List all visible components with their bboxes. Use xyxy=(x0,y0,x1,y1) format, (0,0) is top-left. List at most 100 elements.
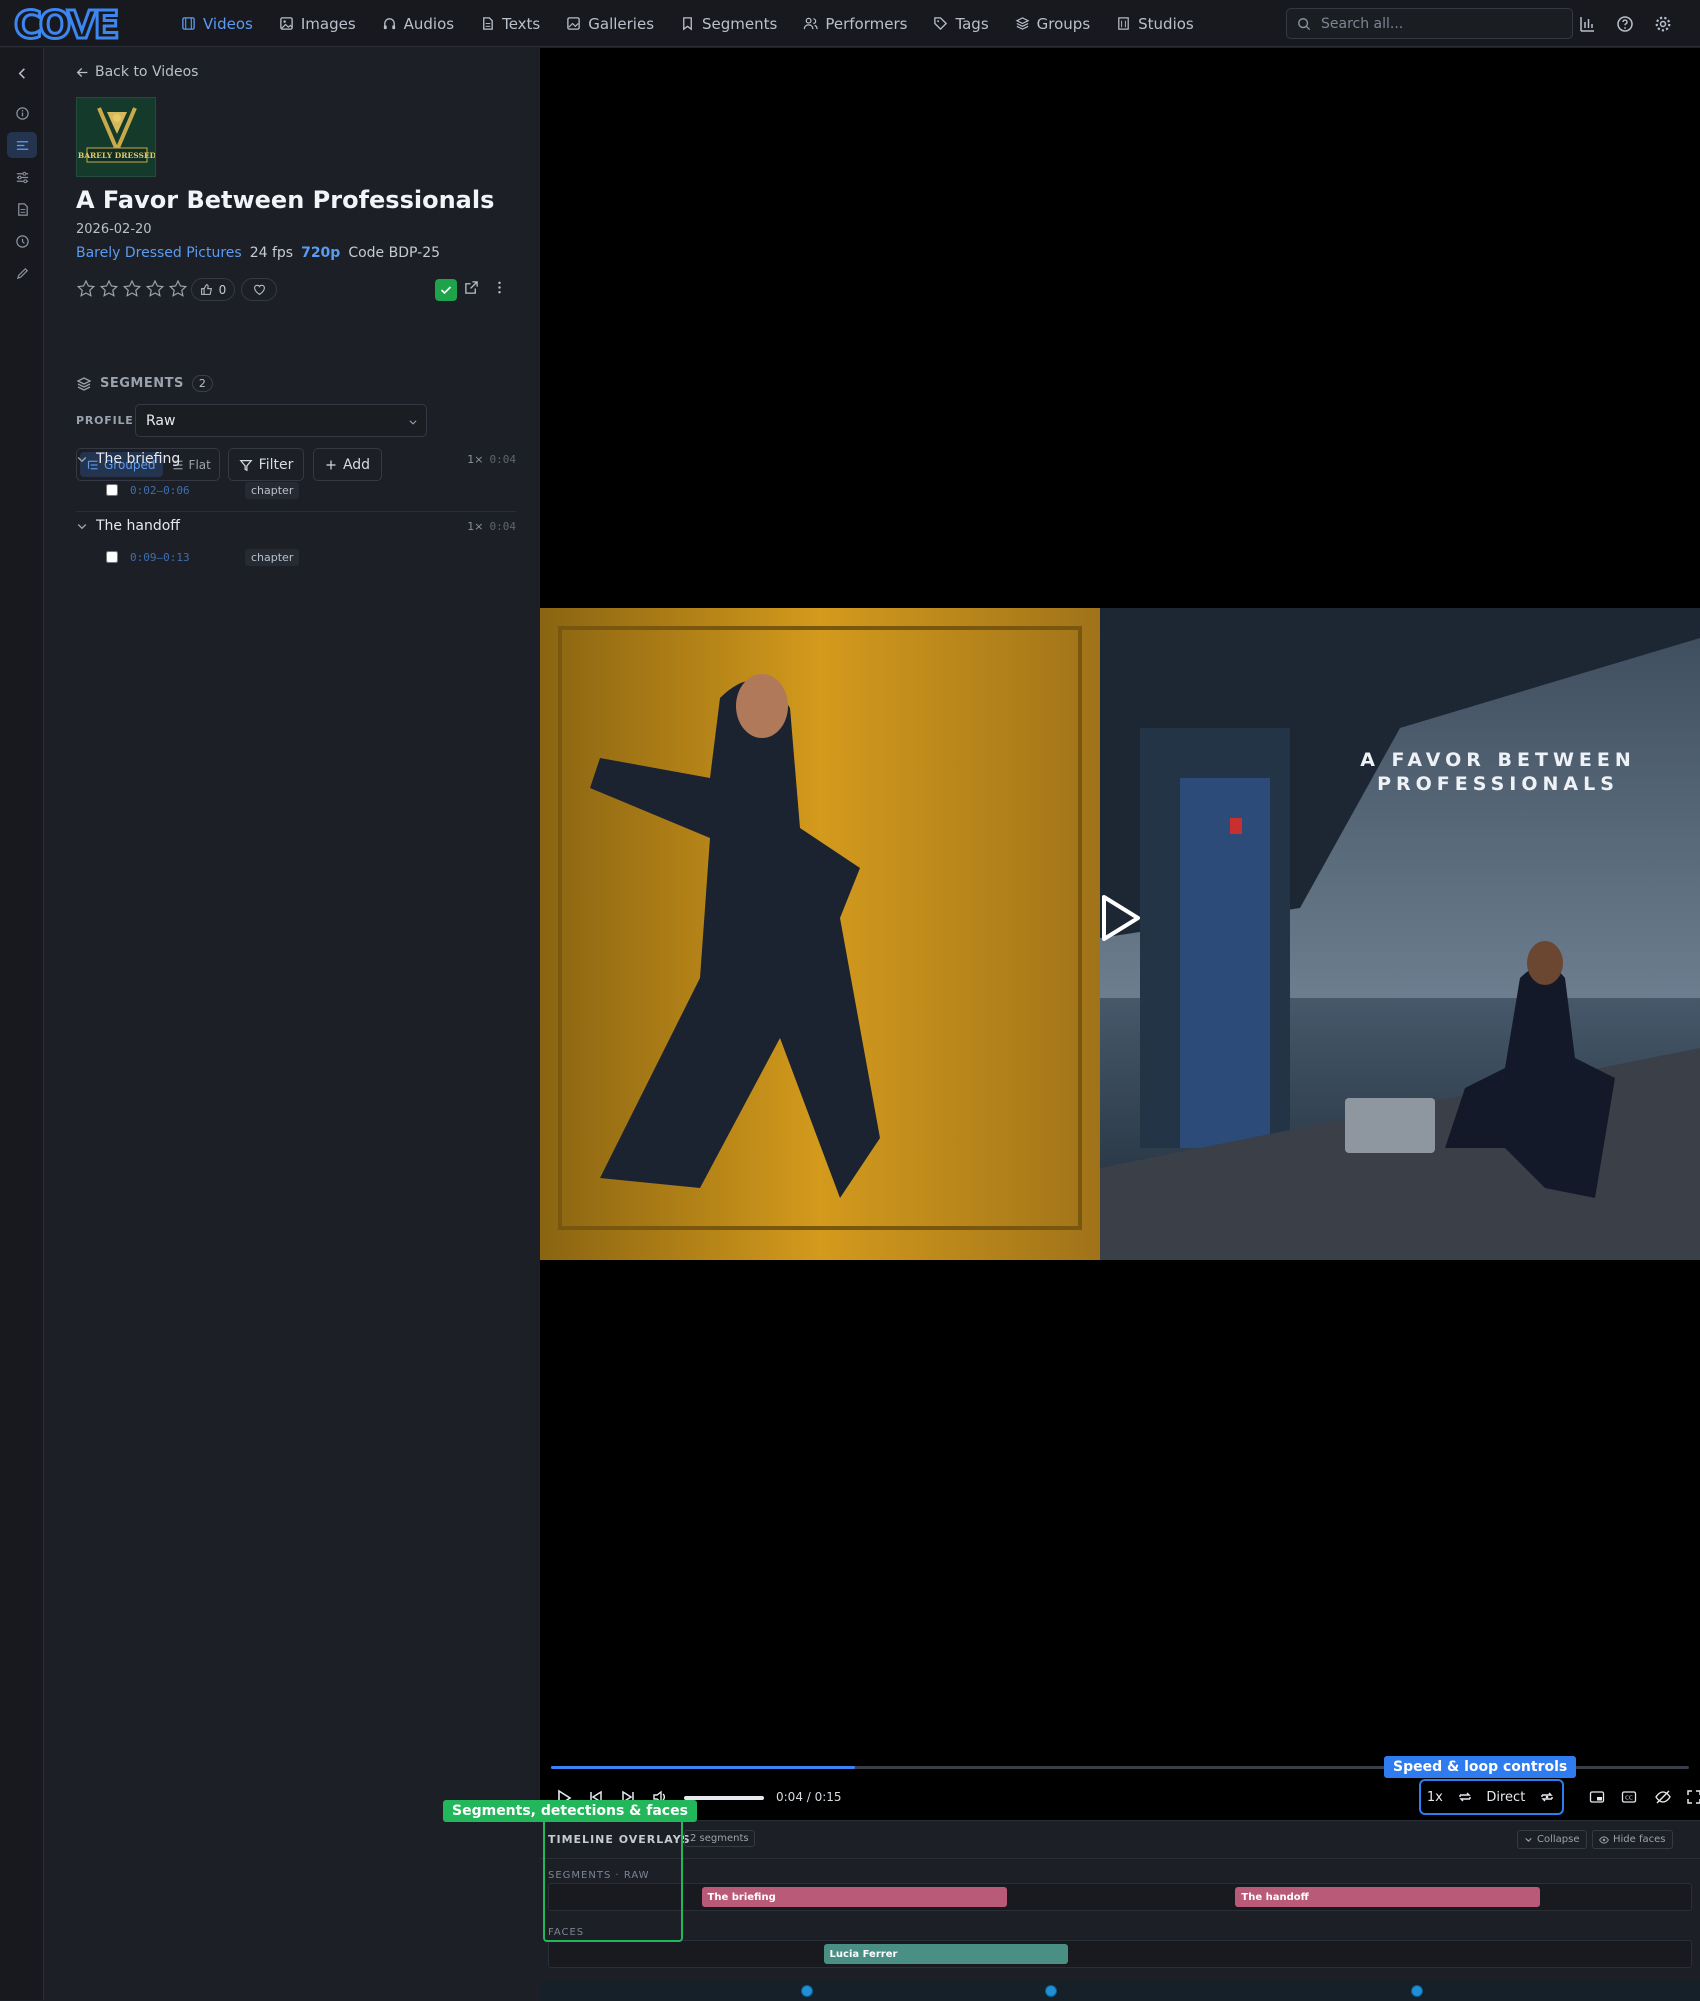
nav-label: Images xyxy=(300,14,356,33)
rail-info-button[interactable] xyxy=(7,100,37,126)
svg-text:BARELY DRESSED: BARELY DRESSED xyxy=(78,151,156,160)
collapse-label: Collapse xyxy=(1537,1834,1580,1845)
overlay-lanes-callout: Segments, detections & faces xyxy=(443,1800,697,1822)
group-duration: 0:04 xyxy=(489,519,517,533)
timeline-marker[interactable] xyxy=(1411,1985,1424,1997)
segment-group-header[interactable]: The briefing 1× 0:04 xyxy=(76,445,516,473)
timeline-separator xyxy=(540,1858,1700,1859)
favorite-button[interactable] xyxy=(241,278,277,301)
layers-icon xyxy=(1015,17,1030,30)
timeline-count-badge: 2 segments xyxy=(684,1830,755,1847)
segment-checkbox[interactable] xyxy=(106,484,118,496)
organized-toggle[interactable] xyxy=(435,279,457,301)
back-label: Back to Videos xyxy=(95,64,199,80)
stats-icon[interactable] xyxy=(1578,15,1596,33)
cove-logo[interactable]: COVE xyxy=(14,4,138,44)
nav-images[interactable]: Images xyxy=(266,0,369,47)
collapse-panel-button[interactable] xyxy=(7,60,37,86)
star-icon[interactable] xyxy=(168,279,188,299)
svg-text:COVE: COVE xyxy=(14,4,118,44)
star-icon[interactable] xyxy=(145,279,165,299)
film-icon xyxy=(182,17,195,30)
profile-value: Raw xyxy=(146,412,176,429)
segment-group-meta: 1× 0:04 xyxy=(467,520,516,533)
rail-adjust-button[interactable] xyxy=(7,164,37,190)
segment-timecode[interactable]: 0:09–0:13 xyxy=(130,551,240,564)
captions-icon[interactable]: CC xyxy=(1621,1789,1637,1805)
profile-label: PROFILE xyxy=(76,414,134,427)
star-icon[interactable] xyxy=(122,279,142,299)
document-icon xyxy=(483,17,493,30)
search-icon xyxy=(1298,17,1311,30)
eye-icon xyxy=(1599,1835,1609,1844)
chevron-down-icon[interactable] xyxy=(76,520,88,532)
thumbs-up-icon xyxy=(200,284,212,295)
speed-controls-highlight xyxy=(1419,1779,1564,1815)
more-options-icon[interactable] xyxy=(492,280,507,295)
star-icon[interactable] xyxy=(99,279,119,299)
collapse-button[interactable]: Collapse xyxy=(1517,1830,1587,1849)
nav-label: Audios xyxy=(403,14,455,33)
segment-timecode[interactable]: 0:02–0:06 xyxy=(130,484,240,497)
arrow-left-icon xyxy=(76,67,88,77)
profile-select[interactable]: Raw xyxy=(135,404,427,437)
like-button[interactable]: 0 xyxy=(191,278,235,301)
segments-heading: SEGMENTS 2 xyxy=(76,375,214,392)
video-frame[interactable]: A FAVOR BETWEEN PROFESSIONALS xyxy=(540,608,1700,1260)
resolution-badge: 720p xyxy=(301,245,341,261)
video-player[interactable]: A FAVOR BETWEEN PROFESSIONALS 0:04 / 0:1… xyxy=(540,48,1700,1820)
settings-icon[interactable] xyxy=(1654,15,1672,33)
hide-faces-button[interactable]: Hide faces xyxy=(1592,1830,1673,1849)
nav-galleries[interactable]: Galleries xyxy=(553,0,667,47)
rail-file-button[interactable] xyxy=(7,196,37,222)
star-icon[interactable] xyxy=(76,279,96,299)
nav-segments[interactable]: Segments xyxy=(667,0,790,47)
studio-link[interactable]: Barely Dressed Pictures xyxy=(76,245,242,261)
picture-in-picture-icon[interactable] xyxy=(1589,1789,1605,1805)
segment-checkbox[interactable] xyxy=(106,551,118,563)
nav-performers[interactable]: Performers xyxy=(790,0,920,47)
play-overlay-icon[interactable] xyxy=(1098,893,1142,943)
nav-tags[interactable]: Tags xyxy=(920,0,1001,47)
search-input[interactable] xyxy=(1321,15,1561,32)
segment-row[interactable]: 0:09–0:13 chapter xyxy=(106,546,300,568)
segments-lane: The briefing The handoff xyxy=(548,1883,1692,1911)
nav-studios[interactable]: Studios xyxy=(1103,0,1207,47)
segment-group-title: The briefing xyxy=(96,451,181,467)
star-rating[interactable] xyxy=(76,279,188,299)
timeline-segment-bar[interactable]: The briefing xyxy=(701,1887,1007,1907)
check-icon xyxy=(440,286,452,295)
speed-controls-callout: Speed & loop controls xyxy=(1384,1756,1577,1778)
nav-groups[interactable]: Groups xyxy=(1002,0,1103,47)
chevron-down-icon[interactable] xyxy=(76,453,88,465)
overlay-title-line1: A FAVOR BETWEEN xyxy=(1360,749,1636,771)
volume-slider[interactable] xyxy=(684,1796,764,1800)
nav-videos[interactable]: Videos xyxy=(168,0,266,47)
external-link-icon[interactable] xyxy=(464,280,479,295)
search-box[interactable] xyxy=(1286,8,1573,39)
back-link[interactable]: Back to Videos xyxy=(76,64,198,80)
history-icon xyxy=(15,234,29,248)
group-count: 1× xyxy=(467,519,484,533)
nav-label: Videos xyxy=(203,14,253,33)
rail-history-button[interactable] xyxy=(7,228,37,254)
nav-texts[interactable]: Texts xyxy=(467,0,553,47)
studio-logo[interactable]: BARELY DRESSED xyxy=(76,97,156,177)
help-icon[interactable] xyxy=(1616,15,1634,33)
rail-edit-button[interactable] xyxy=(7,260,37,286)
segment-row[interactable]: 0:02–0:06 chapter xyxy=(106,479,300,501)
timeline-overlays: TIMELINE OVERLAYS 2 segments Collapse Hi… xyxy=(540,1820,1700,2001)
segment-group-header[interactable]: The handoff 1× 0:04 xyxy=(76,512,516,540)
top-actions xyxy=(1578,0,1672,47)
rail-segments-button[interactable] xyxy=(7,132,37,158)
timeline-marker[interactable] xyxy=(1045,1985,1058,1997)
timeline-marker[interactable] xyxy=(801,1985,814,1997)
nav-label: Groups xyxy=(1036,14,1091,33)
timeline-segment-bar[interactable]: The handoff xyxy=(1235,1887,1541,1907)
list-icon xyxy=(16,140,28,150)
nav-audios[interactable]: Audios xyxy=(369,0,467,47)
timeline-face-bar[interactable]: Lucia Ferrer xyxy=(823,1944,1068,1964)
hide-overlay-icon[interactable] xyxy=(1655,1789,1671,1805)
fullscreen-icon[interactable] xyxy=(1686,1789,1700,1805)
fps-value: 24 fps xyxy=(249,245,294,261)
